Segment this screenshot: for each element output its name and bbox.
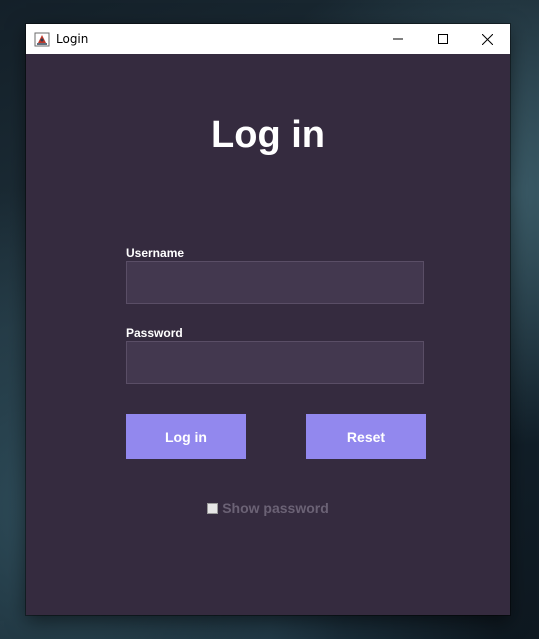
java-app-icon [34, 32, 50, 47]
show-password-checkbox[interactable] [207, 502, 219, 514]
password-label: Password [126, 326, 183, 340]
window-controls [375, 24, 510, 54]
username-label: Username [126, 246, 185, 260]
login-button[interactable]: Log in [126, 414, 246, 459]
window-title: Login [56, 32, 89, 46]
maximize-button[interactable] [420, 24, 465, 54]
maximize-icon [437, 34, 448, 44]
close-button[interactable] [465, 24, 510, 54]
minimize-icon [392, 38, 403, 40]
username-input[interactable] [126, 261, 424, 304]
title-bar: Login [26, 24, 510, 54]
page-title: Log in [211, 114, 325, 156]
password-input[interactable] [126, 341, 424, 384]
show-password-toggle[interactable]: Show password [26, 500, 510, 516]
login-form: Log in Username Password Log in Reset Sh… [26, 54, 510, 615]
login-window: Login Log in Username Password Log in Re… [26, 24, 510, 615]
reset-button[interactable]: Reset [306, 414, 426, 459]
show-password-label[interactable]: Show password [222, 500, 329, 516]
close-icon [482, 33, 493, 45]
desktop-background: Login Log in Username Password Log in Re… [0, 0, 539, 639]
minimize-button[interactable] [375, 24, 420, 54]
